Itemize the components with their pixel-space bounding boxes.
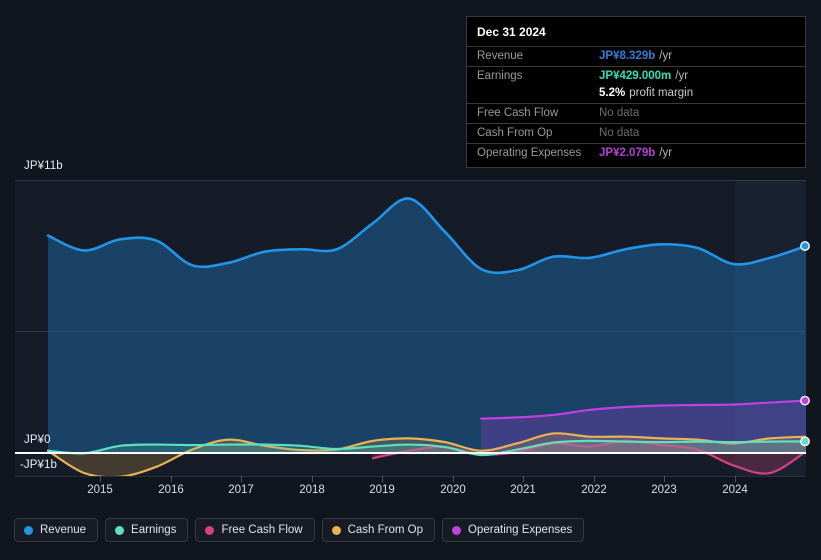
x-axis-tick <box>382 476 383 482</box>
endpoint-marker-revenue[interactable] <box>800 241 810 251</box>
tooltip-value-text: 5.2% <box>599 87 626 99</box>
legend-item-label: Operating Expenses <box>468 524 573 536</box>
tooltip-value-text: No data <box>599 127 640 139</box>
x-axis-label-2024: 2024 <box>722 484 748 496</box>
x-axis-tick <box>664 476 665 482</box>
tooltip-row-label: Cash From Op <box>477 127 553 139</box>
x-axis-tick <box>453 476 454 482</box>
tooltip-row-label: Revenue <box>477 50 524 62</box>
tooltip-row-operating-expenses: Operating Expenses JP¥2.079b/yr <box>467 143 805 163</box>
x-axis-tick <box>312 476 313 482</box>
endpoint-marker-earnings[interactable] <box>800 436 810 447</box>
legend-color-dot-icon <box>115 525 125 535</box>
tooltip-row-cash-from-op: Cash From Op No data <box>467 123 805 143</box>
tooltip-row-label: Free Cash Flow <box>477 107 559 119</box>
tooltip-date: Dec 31 2024 <box>477 25 546 39</box>
legend-item-operating-expenses[interactable]: Operating Expenses <box>442 518 585 542</box>
x-axis-label-2018: 2018 <box>299 484 325 496</box>
x-axis-tick <box>241 476 242 482</box>
legend-item-label: Free Cash Flow <box>221 524 303 536</box>
legend-item-earnings[interactable]: Earnings <box>105 518 189 542</box>
tooltip-value-text: JP¥429.000m <box>599 70 672 82</box>
chart-legend[interactable]: Revenue Earnings Free Cash Flow Cash From O… <box>14 518 585 542</box>
y-axis-label-zero: JP¥0 <box>24 434 51 446</box>
legend-item-revenue[interactable]: Revenue <box>14 518 99 542</box>
legend-color-dot-icon <box>331 525 341 535</box>
legend-item-label: Cash From Op <box>347 524 424 536</box>
zero-baseline <box>15 452 806 454</box>
x-axis-label-2015: 2015 <box>87 484 113 496</box>
x-axis-label-2023: 2023 <box>651 484 677 496</box>
y-axis-label-max: JP¥11b <box>24 160 63 172</box>
financials-chart-panel: JP¥11b JP¥0 -JP¥1b 2015 2016 2017 2018 2019 2… <box>0 0 821 560</box>
tooltip-row-value: JP¥8.329b/yr <box>599 50 672 62</box>
tooltip-value-unit: /yr <box>675 70 689 82</box>
x-axis-label-2022: 2022 <box>581 484 607 496</box>
legend-color-dot-icon <box>205 525 215 535</box>
x-axis-tick <box>594 476 595 482</box>
x-axis-label-2016: 2016 <box>158 484 184 496</box>
endpoint-marker-operating-expenses[interactable] <box>800 395 810 406</box>
y-axis-label-min: -JP¥1b <box>20 459 58 471</box>
tooltip-row-value: No data <box>599 107 639 119</box>
legend-item-label: Earnings <box>131 524 177 536</box>
data-tooltip: Dec 31 2024 Revenue JP¥8.329b/yr Earnings J… <box>466 16 806 168</box>
tooltip-row-label: Operating Expenses <box>477 147 582 159</box>
legend-color-dot-icon <box>24 525 33 535</box>
tooltip-value-unit: /yr <box>659 50 673 62</box>
x-axis-label-2019: 2019 <box>369 484 395 496</box>
tooltip-rows: Revenue JP¥8.329b/yr Earnings JP¥429.000m/y… <box>467 46 805 163</box>
x-axis-label-2021: 2021 <box>510 484 536 496</box>
legend-item-label: Revenue <box>40 524 87 536</box>
tooltip-row-value: JP¥429.000m/yr <box>599 70 688 82</box>
tooltip-value-text: JP¥8.329b <box>599 50 656 62</box>
x-axis-tick <box>735 476 736 482</box>
tooltip-row-label: Earnings <box>477 70 523 82</box>
tooltip-row-value: JP¥2.079b/yr <box>599 147 672 159</box>
legend-color-dot-icon <box>452 525 462 535</box>
legend-item-free-cash-flow[interactable]: Free Cash Flow <box>195 518 315 542</box>
tooltip-row-revenue: Revenue JP¥8.329b/yr <box>467 46 805 66</box>
tooltip-value-unit: profit margin <box>629 87 694 99</box>
tooltip-row-free-cash-flow: Free Cash Flow No data <box>467 103 805 123</box>
x-axis-tick <box>171 476 172 482</box>
tooltip-value-unit: /yr <box>659 147 673 159</box>
tooltip-row-profit-margin: 5.2% profit margin <box>467 86 805 103</box>
legend-item-cash-from-op[interactable]: Cash From Op <box>321 518 436 542</box>
x-axis-tick <box>100 476 101 482</box>
tooltip-row-value: No data <box>599 127 639 139</box>
tooltip-row-value: 5.2% profit margin <box>599 87 693 99</box>
tooltip-value-text: JP¥2.079b <box>599 147 656 159</box>
x-axis-label-2017: 2017 <box>228 484 254 496</box>
tooltip-value-text: No data <box>599 107 640 119</box>
x-axis-label-2020: 2020 <box>440 484 466 496</box>
x-axis-tick <box>523 476 524 482</box>
tooltip-row-earnings: Earnings JP¥429.000m/yr <box>467 66 805 86</box>
